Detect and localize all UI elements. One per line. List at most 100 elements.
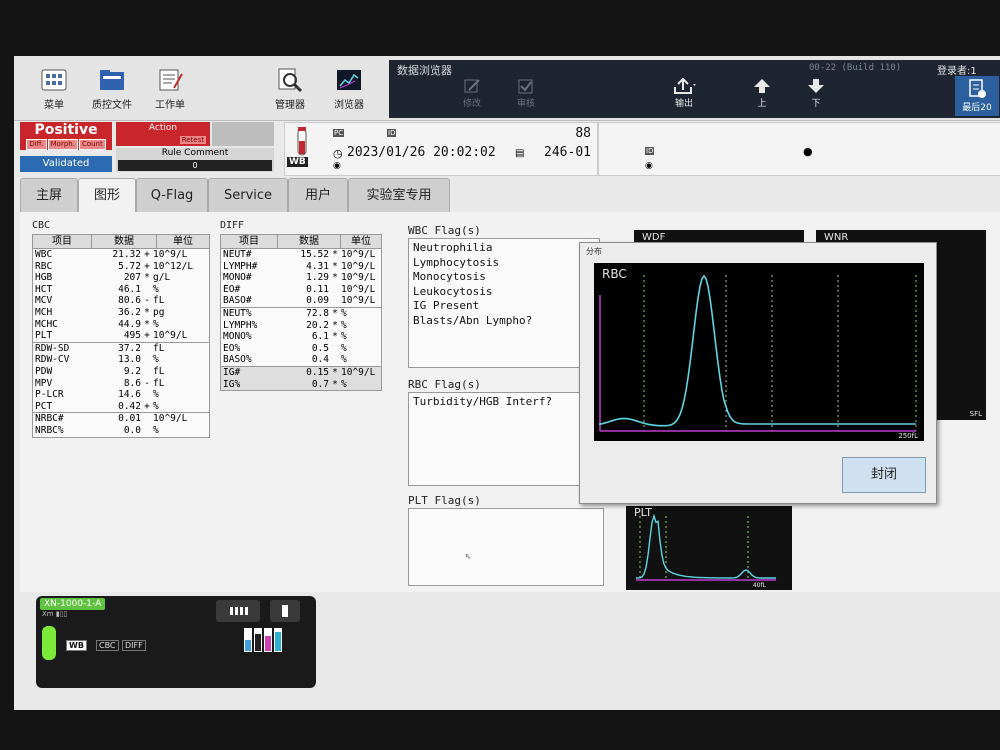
device-name[interactable]: XN-1000-1-A: [40, 598, 106, 610]
diff-row[interactable]: MONO% 6.1 *%: [221, 331, 381, 343]
cbc-mode-chip[interactable]: CBC: [96, 640, 119, 651]
diff-row[interactable]: IG# 0.15 * 10^9/L: [221, 365, 381, 379]
diff-row[interactable]: NEUT% 72.8 *%: [221, 306, 381, 320]
cbc-row[interactable]: HCT 46.1%: [33, 284, 209, 296]
cbc-row[interactable]: RDW-CV 13.0%: [33, 354, 209, 366]
positive-label: Positive: [34, 122, 98, 138]
cbc-row[interactable]: MCH 36.2 * pg: [33, 307, 209, 319]
cbc-row[interactable]: WBC 21.32 +10^9/L: [33, 249, 209, 261]
cbc-unit: %: [153, 318, 159, 330]
diff-mode-chip[interactable]: DIFF: [122, 640, 146, 651]
cbc-value: 495: [123, 330, 141, 342]
cbc-row[interactable]: MCV 80.6- fL: [33, 295, 209, 307]
cbc-flag: -: [144, 377, 150, 389]
diff-value: 15.52: [300, 249, 329, 260]
tab-graph[interactable]: 图形: [78, 178, 136, 215]
plt-histogram-panel[interactable]: PLT 40fL: [626, 506, 792, 590]
diff-row[interactable]: EO% 0.5%: [221, 343, 381, 355]
last-20-button[interactable]: 最后20: [955, 76, 999, 116]
rack-button[interactable]: [216, 600, 260, 622]
cbc-row[interactable]: MCHC 44.9 *%: [33, 319, 209, 331]
cbc-row[interactable]: HGB 207 * g/L: [33, 272, 209, 284]
diff-flag: *: [332, 260, 338, 272]
tab-user[interactable]: 用户: [288, 178, 348, 213]
close-button[interactable]: 封闭: [842, 457, 926, 493]
diff-flag: *: [332, 272, 338, 284]
single-tube-button[interactable]: [270, 600, 300, 622]
output-label: 输出: [674, 99, 693, 109]
diff-row[interactable]: LYMPH# 4.31 * 10^9/L: [221, 261, 381, 273]
plt-axis-label: 40fL: [752, 582, 766, 589]
rbc-axis-label: 250fL: [898, 432, 918, 440]
down-label: 下: [811, 99, 821, 109]
cbc-unit: g/L: [153, 272, 171, 284]
qc-file-button[interactable]: 质控文件: [82, 64, 142, 114]
cbc-name: PLT: [35, 330, 53, 342]
edit-button[interactable]: 修改: [449, 78, 495, 116]
cbc-title: CBC: [32, 220, 51, 231]
diff-flag: [329, 343, 341, 355]
wb-mode-chip[interactable]: WB: [66, 640, 87, 651]
manager-button[interactable]: 管理器: [260, 64, 320, 114]
browser-button[interactable]: 浏览器: [319, 64, 379, 114]
wbc-flags-box: Neutrophilia Lymphocytosis Monocytosis Leuk…: [408, 238, 600, 368]
cbc-col-value: 数据: [92, 235, 157, 248]
diff-row[interactable]: MONO# 1.29 * 10^9/L: [221, 272, 381, 284]
tab-q-flag[interactable]: Q-Flag: [136, 178, 208, 213]
action-box[interactable]: Action Retest: [116, 122, 210, 146]
cbc-row[interactable]: PLT 495 +10^9/L: [33, 330, 209, 342]
qc-folder-icon: [100, 70, 124, 90]
cbc-row[interactable]: PDW 9.2 fL: [33, 366, 209, 378]
patient-comment-icon: ◉: [645, 161, 653, 171]
down-button[interactable]: 下: [793, 78, 839, 116]
rule-comment-box[interactable]: Rule Comment 0: [116, 148, 274, 172]
cbc-value: 0.01: [118, 413, 141, 425]
id-icon: ID: [387, 129, 397, 137]
diff-header: 项目 数据 单位: [221, 235, 381, 249]
cbc-unit: %: [153, 424, 159, 436]
diff-row[interactable]: BASO% 0.4%: [221, 354, 381, 366]
worklist-button[interactable]: 工作单: [140, 64, 200, 114]
diff-row[interactable]: IG% 0.7 *%: [221, 378, 381, 391]
distribution-popup: 分布 RBC 250fL 封闭: [579, 242, 937, 504]
cbc-flag: +: [144, 400, 150, 412]
menu-button[interactable]: 菜单: [24, 64, 84, 114]
validated-badge: Validated: [20, 156, 112, 172]
cbc-name: RDW-CV: [35, 354, 70, 366]
cbc-unit: %: [153, 389, 159, 401]
wbc-flags-item: Blasts/Abn Lympho?: [413, 313, 533, 327]
output-button[interactable]: 输出: [661, 78, 707, 116]
cbc-name: MCH: [35, 306, 53, 318]
diff-unit: 10^9/L: [341, 366, 376, 378]
reagent-levels-icon: [244, 628, 282, 652]
cbc-flag: [141, 343, 153, 355]
cbc-row[interactable]: NRBC% 0.0%: [33, 425, 209, 437]
tab-main[interactable]: 主屏: [20, 178, 78, 213]
cbc-row[interactable]: MPV 8.6- fL: [33, 378, 209, 390]
cbc-row[interactable]: NRBC# 0.01 10^9/L: [33, 412, 209, 425]
diff-row[interactable]: LYMPH% 20.2 *%: [221, 320, 381, 332]
cbc-row[interactable]: RDW-SD 37.2 fL: [33, 341, 209, 355]
wbc-flags-item: Lymphocytosis: [413, 255, 500, 269]
cbc-row[interactable]: PCT 0.42 +%: [33, 401, 209, 413]
diff-unit: %: [341, 342, 347, 354]
diff-row[interactable]: BASO# 0.09 10^9/L: [221, 295, 381, 307]
diff-value: 0.7: [311, 378, 329, 390]
cbc-unit: fL: [153, 365, 165, 377]
cbc-row[interactable]: RBC 5.72 +10^12/L: [33, 261, 209, 273]
tab-lab-only[interactable]: 实验室专用: [348, 178, 450, 213]
diff-row[interactable]: EO# 0.11 10^9/L: [221, 284, 381, 296]
up-button[interactable]: 上: [739, 78, 785, 116]
cbc-row[interactable]: P-LCR 14.6%: [33, 389, 209, 401]
cbc-value: 21.32: [112, 249, 141, 260]
diff-unit: %: [341, 319, 347, 331]
diff-flag: *: [332, 331, 338, 343]
diff-unit: 10^9/L: [341, 260, 376, 272]
diff-row[interactable]: NEUT# 15.52 * 10^9/L: [221, 249, 381, 261]
mouse-cursor-icon: ⇖: [465, 549, 472, 562]
tab-service[interactable]: Service: [208, 178, 288, 213]
diff-col-unit: 单位: [351, 236, 371, 247]
validate-button[interactable]: 审核: [503, 78, 549, 116]
up-label: 上: [757, 99, 767, 109]
cbc-flag: [141, 354, 153, 366]
